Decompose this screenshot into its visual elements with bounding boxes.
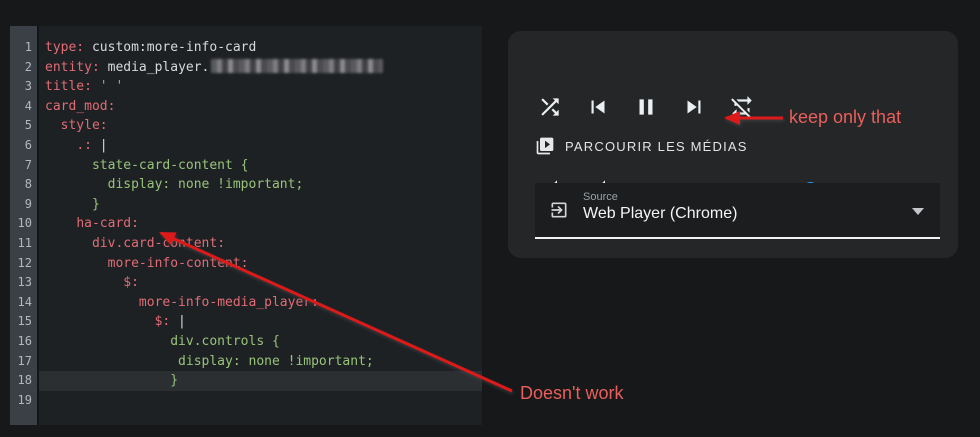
- browse-media-button[interactable]: PARCOURIR LES MÉDIAS: [535, 136, 748, 156]
- code-line[interactable]: .: |: [39, 136, 482, 156]
- code-token: [45, 138, 76, 153]
- code-token: .:: [76, 138, 92, 153]
- code-line[interactable]: more-info-content:: [39, 254, 482, 274]
- code-line[interactable]: more-info-media_player:: [39, 293, 482, 313]
- code-token: div.card-content:: [92, 236, 225, 251]
- code-token: [45, 275, 123, 290]
- browse-media-label: PARCOURIR LES MÉDIAS: [565, 139, 748, 154]
- code-token: ha-card:: [76, 216, 139, 231]
- source-select[interactable]: Source Web Player (Chrome): [535, 183, 940, 239]
- code-lines[interactable]: type: custom:more-info-cardentity: media…: [39, 26, 482, 425]
- line-number: 18: [10, 371, 37, 391]
- skip-next-button[interactable]: [681, 94, 707, 120]
- line-number: 4: [10, 97, 37, 117]
- code-token: $:: [123, 275, 139, 290]
- annotation-doesnt-work: Doesn't work: [520, 383, 623, 404]
- shuffle-button[interactable]: [537, 94, 563, 120]
- code-token: custom:more-info-card: [84, 40, 256, 55]
- redacted-entity: [211, 59, 383, 73]
- line-number: 6: [10, 136, 37, 156]
- code-line[interactable]: ha-card:: [39, 214, 482, 234]
- code-token: [45, 314, 155, 329]
- code-token: }: [45, 197, 100, 212]
- annotation-keep-only-that: keep only that: [789, 107, 901, 128]
- line-number: 14: [10, 293, 37, 313]
- code-line[interactable]: display: none !important;: [39, 175, 482, 195]
- line-number: 7: [10, 156, 37, 176]
- gutter: 12345678910111213141516171819: [10, 26, 39, 425]
- code-line[interactable]: type: custom:more-info-card: [39, 38, 482, 58]
- line-number: 2: [10, 58, 37, 78]
- code-line[interactable]: }: [39, 371, 482, 391]
- line-number: 5: [10, 116, 37, 136]
- code-line[interactable]: entity: media_player.: [39, 58, 482, 78]
- chevron-down-icon[interactable]: [912, 208, 924, 215]
- play-box-multiple-icon: [535, 136, 555, 156]
- code-token: state-card-content {: [45, 158, 249, 173]
- code-token: [45, 216, 76, 231]
- code-line[interactable]: style:: [39, 116, 482, 136]
- line-number: 12: [10, 254, 37, 274]
- source-select-value: Web Player (Chrome): [583, 205, 737, 223]
- code-token: style:: [61, 118, 108, 133]
- line-number: 1: [10, 38, 37, 58]
- skip-next-icon: [681, 94, 707, 120]
- source-select-label: Source: [583, 191, 618, 203]
- pause-icon: [633, 94, 659, 120]
- login-variant-icon: [549, 200, 569, 220]
- media-player-card: PARCOURIR LES MÉDIAS Source Web Player (…: [508, 31, 958, 258]
- line-number: 16: [10, 332, 37, 352]
- pause-button[interactable]: [633, 94, 659, 120]
- code-token: media_player.: [100, 60, 210, 75]
- code-token: |: [170, 314, 186, 329]
- code-token: }: [45, 373, 178, 388]
- line-number: 13: [10, 273, 37, 293]
- repeat-off-button[interactable]: [729, 94, 755, 120]
- line-number: 3: [10, 77, 37, 97]
- line-number: 10: [10, 214, 37, 234]
- shuffle-icon: [537, 94, 563, 120]
- line-number: 17: [10, 352, 37, 372]
- code-editor[interactable]: 12345678910111213141516171819 type: cust…: [10, 26, 482, 425]
- code-line[interactable]: state-card-content {: [39, 156, 482, 176]
- code-token: more-info-media_player:: [139, 295, 319, 310]
- code-token: div.controls {: [45, 334, 280, 349]
- repeat-off-icon: [729, 94, 755, 120]
- line-number: 15: [10, 312, 37, 332]
- code-line[interactable]: $:: [39, 273, 482, 293]
- code-token: [45, 236, 92, 251]
- line-number: 9: [10, 195, 37, 215]
- media-controls-row: [537, 94, 755, 120]
- code-token: type:: [45, 40, 84, 55]
- code-token: more-info-content:: [108, 256, 249, 271]
- code-line[interactable]: $: |: [39, 312, 482, 332]
- code-line[interactable]: [39, 391, 482, 411]
- code-token: entity:: [45, 60, 100, 75]
- skip-previous-button[interactable]: [585, 94, 611, 120]
- line-number: 19: [10, 391, 37, 411]
- code-line[interactable]: display: none !important;: [39, 352, 482, 372]
- code-token: $:: [155, 314, 171, 329]
- code-token: [45, 295, 139, 310]
- code-token: card_mod:: [45, 99, 115, 114]
- code-line[interactable]: card_mod:: [39, 97, 482, 117]
- code-line[interactable]: }: [39, 195, 482, 215]
- skip-previous-icon: [585, 94, 611, 120]
- code-token: ' ': [100, 79, 123, 94]
- code-token: [45, 118, 61, 133]
- code-line[interactable]: title: ' ': [39, 77, 482, 97]
- line-number: 11: [10, 234, 37, 254]
- code-token: title:: [45, 79, 92, 94]
- code-token: display: none !important;: [45, 177, 303, 192]
- code-line[interactable]: div.controls {: [39, 332, 482, 352]
- code-token: [45, 256, 108, 271]
- line-number: 8: [10, 175, 37, 195]
- code-token: |: [92, 138, 108, 153]
- code-line[interactable]: div.card-content:: [39, 234, 482, 254]
- code-token: display: none !important;: [45, 354, 374, 369]
- code-token: [92, 79, 100, 94]
